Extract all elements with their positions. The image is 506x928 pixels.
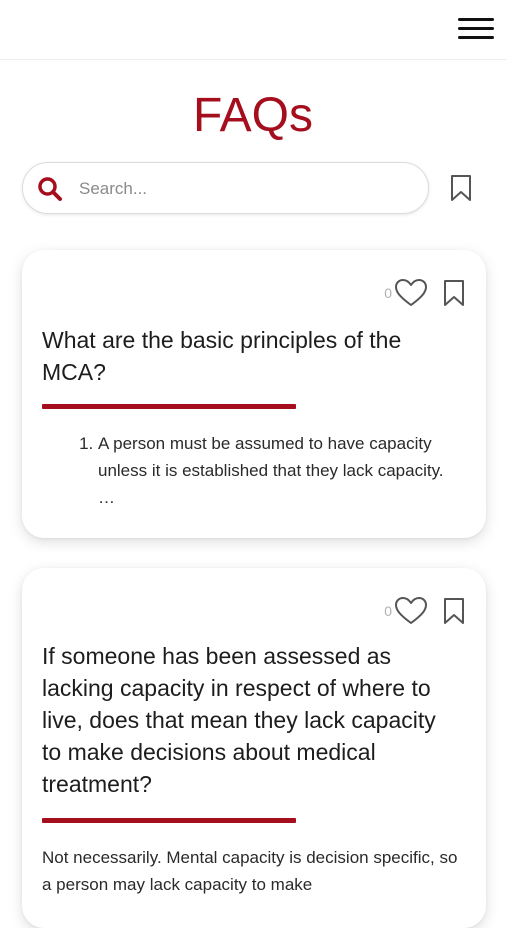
bookmark-outline-icon[interactable] xyxy=(442,279,466,307)
faq-card[interactable]: 0 What are the basic principles of the M… xyxy=(22,250,486,538)
bookmark-outline-icon[interactable] xyxy=(442,597,466,625)
heart-outline-icon[interactable] xyxy=(394,596,428,626)
card-actions: 0 xyxy=(384,278,466,308)
faq-card[interactable]: 0 If someone has been assessed as lackin… xyxy=(22,568,486,928)
search-input[interactable] xyxy=(79,173,409,205)
answer-list-item: A person must be assumed to have capacit… xyxy=(98,430,462,511)
top-app-bar xyxy=(0,0,506,60)
heart-outline-icon[interactable] xyxy=(394,278,428,308)
bookmark-outline-icon[interactable] xyxy=(448,174,474,202)
menu-line xyxy=(458,36,494,39)
faq-question[interactable]: What are the basic principles of the MCA… xyxy=(42,324,456,388)
menu-line xyxy=(458,18,494,21)
faq-answer-preview: Not necessarily. Mental capacity is deci… xyxy=(42,848,458,894)
faq-answer-preview: A person must be assumed to have capacit… xyxy=(42,430,462,511)
like-count: 0 xyxy=(384,603,392,619)
card-actions: 0 xyxy=(384,596,466,626)
faq-question[interactable]: If someone has been assessed as lacking … xyxy=(42,640,456,800)
search-row xyxy=(0,162,506,218)
accent-divider xyxy=(42,404,296,409)
like-count: 0 xyxy=(384,285,392,301)
accent-divider xyxy=(42,818,296,823)
page-title: FAQs xyxy=(192,89,314,142)
search-icon xyxy=(38,177,62,201)
search-bar[interactable] xyxy=(22,162,429,214)
hamburger-menu-icon[interactable] xyxy=(456,14,496,46)
menu-line xyxy=(458,27,494,30)
